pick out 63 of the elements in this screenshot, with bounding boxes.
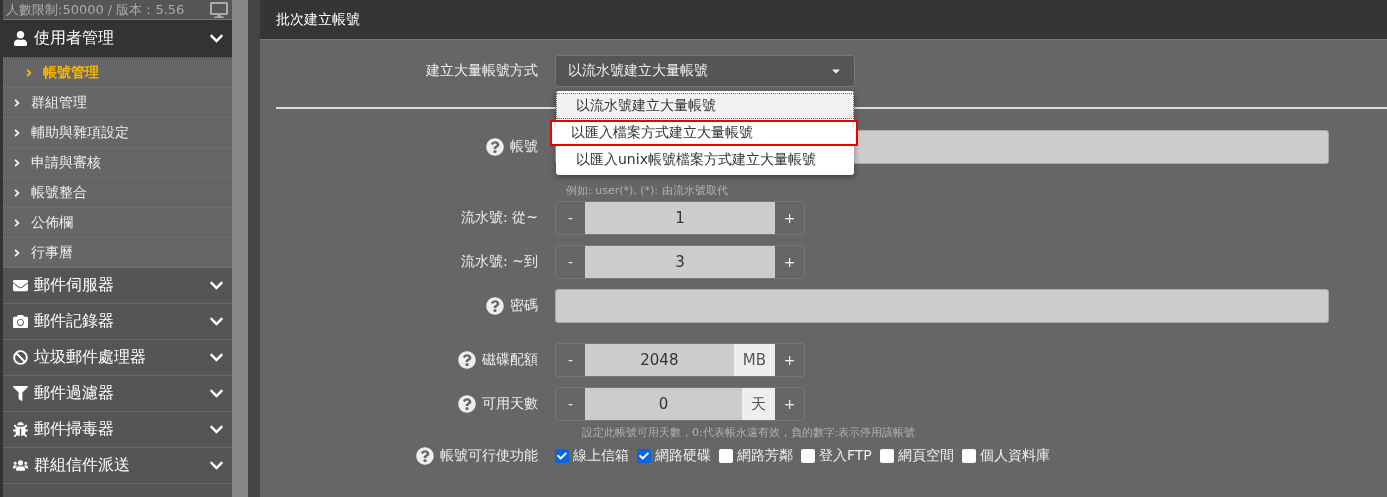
- dropdown-option[interactable]: 以流水號建立大量帳號: [556, 93, 854, 119]
- checkbox-option[interactable]: 網頁空間: [879, 447, 954, 465]
- field-label: 帳號: [510, 138, 538, 156]
- sidebar-group-label: 郵件掃毒器: [34, 419, 115, 440]
- sidebar-item[interactable]: 帳號整合: [3, 178, 232, 208]
- checkbox[interactable]: [719, 449, 733, 463]
- field-label: 磁碟配額: [482, 351, 538, 369]
- sidebar-group-label: 垃圾郵件處理器: [34, 347, 147, 368]
- checkbox[interactable]: [961, 449, 976, 463]
- checkbox[interactable]: [801, 449, 815, 463]
- number-input[interactable]: 1: [585, 202, 775, 234]
- sidebar-group[interactable]: 使用者管理: [3, 20, 232, 58]
- field-label: 流水號: ~到: [461, 253, 538, 271]
- help-icon[interactable]: [486, 138, 504, 156]
- checkbox[interactable]: [555, 449, 569, 463]
- method-select[interactable]: 以流水號建立大量帳號: [555, 55, 855, 87]
- text-input[interactable]: [555, 289, 1329, 323]
- filter-icon: [13, 386, 28, 401]
- number-input[interactable]: 3: [585, 246, 775, 278]
- sidebar-item[interactable]: 申請與審核: [3, 148, 232, 178]
- sidebar-group-label: 郵件過濾器: [34, 383, 115, 404]
- checkbox-option[interactable]: 個人資料庫: [961, 447, 1050, 465]
- sidebar-group-label: 群組信件派送: [34, 455, 131, 476]
- envelope-icon: [13, 278, 28, 293]
- sidebar-group-label: 郵件伺服器: [34, 275, 115, 296]
- number-input[interactable]: 2048: [585, 344, 734, 376]
- unit-label: 天: [742, 388, 775, 420]
- panel-title: 批次建立帳號: [276, 10, 360, 29]
- sidebar-item[interactable]: 輔助與雜項設定: [3, 118, 232, 148]
- checkbox-option[interactable]: 網路硬碟: [637, 447, 711, 465]
- hint-text: 設定此帳號可用天數，0:代表帳永遠有效，負的數字:表示停用該帳號: [582, 427, 917, 439]
- sidebar-group-label: 郵件記錄器: [34, 311, 115, 332]
- checkbox-option[interactable]: 線上信箱: [555, 447, 629, 465]
- sidebar-item[interactable]: 行事曆: [3, 238, 232, 268]
- checkbox[interactable]: [879, 449, 894, 463]
- dropdown-option[interactable]: 以匯入unix帳號檔案方式建立大量帳號: [556, 147, 854, 173]
- monitor-icon[interactable]: [210, 0, 228, 19]
- help-icon[interactable]: [458, 351, 476, 369]
- help-icon[interactable]: [458, 395, 476, 413]
- bug-icon: [13, 422, 28, 437]
- sidebar-item[interactable]: 群組管理: [3, 88, 232, 118]
- help-icon[interactable]: [416, 447, 434, 465]
- camera-icon: [13, 314, 28, 329]
- help-icon[interactable]: [486, 297, 504, 315]
- number-input[interactable]: 0: [585, 388, 742, 420]
- license-info: 人數限制:50000 / 版本：5.56: [6, 0, 185, 19]
- users-icon: [13, 458, 28, 473]
- field-label: 密碼: [510, 297, 538, 315]
- checkbox-option[interactable]: 登入FTP: [801, 447, 872, 465]
- sidebar-group-label: 使用者管理: [34, 28, 115, 49]
- field-label: 帳號可行使功能: [440, 447, 538, 465]
- checkbox[interactable]: [637, 449, 651, 463]
- field-label: 流水號: 從~: [461, 209, 538, 227]
- hint-text: 例如: user(*), (*): 由流水號取代: [566, 185, 729, 197]
- user-icon: [13, 31, 28, 46]
- unit-label: MB: [733, 344, 775, 376]
- checkbox-option[interactable]: 網路芳鄰: [719, 447, 793, 465]
- dropdown-option[interactable]: 以匯入檔案方式建立大量帳號: [550, 120, 858, 146]
- ban-icon: [13, 350, 28, 365]
- sidebar-item[interactable]: 公佈欄: [3, 208, 232, 238]
- field-label: 建立大量帳號方式: [426, 62, 538, 80]
- sidebar-item[interactable]: 帳號管理: [3, 58, 232, 88]
- field-label: 可用天數: [482, 395, 538, 413]
